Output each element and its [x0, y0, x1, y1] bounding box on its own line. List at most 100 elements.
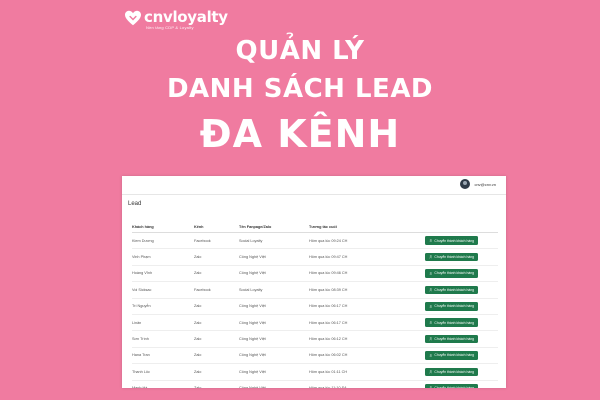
cell-page: Công Nghệ Việt — [239, 337, 266, 342]
cell-page: Công Nghệ Việt — [239, 353, 266, 358]
table-row[interactable]: Linân Zalo Công Nghệ Việt Hôm qua lúc 06:17… — [132, 315, 498, 332]
table-row[interactable]: Mạnh HàZaloCông Nghệ ViệtHôm qua lúc 11:… — [132, 381, 498, 388]
cell-page: Công Nghệ Việt — [239, 255, 266, 260]
convert-to-customer-button[interactable]: Chuyển thành khách hàng — [424, 334, 478, 344]
cell-action: Chuyển thành khách hàng — [414, 269, 498, 278]
convert-to-customer-button[interactable]: Chuyển thành khách hàng — [424, 285, 478, 295]
table-row[interactable]: Hana Tran Zalo Công Nghệ Việt Hôm qua lúc 0… — [132, 348, 498, 365]
table-row[interactable]: Thanh Lôc Zalo Công Nghệ Việt Hôm qua lúc 0… — [132, 364, 498, 381]
table-row[interactable]: Sơn Trình Zalo Công Nghệ Việt Hôm qua lúc 0… — [132, 331, 498, 348]
top-bar: cnv@cnv.vn — [122, 176, 506, 195]
cell-customer: Mạnh Hà — [132, 386, 194, 388]
column-header-channel: Kênh — [194, 224, 204, 229]
cell-customer: Sơn Trình — [132, 337, 149, 342]
convert-to-customer-button[interactable]: Chuyển thành khách hàng — [424, 351, 478, 360]
user-icon — [429, 304, 433, 308]
convert-button-label: Chuyển thành khách hàng — [434, 320, 474, 325]
convert-to-customer-button[interactable]: Chuyển thành khách hàng — [424, 236, 478, 245]
brand-logo: cnvloyalty Nền tảng CDP & Loyalty — [124, 9, 228, 30]
convert-to-customer-button[interactable]: Chuyển thành khách hàng — [424, 318, 478, 327]
cell-channel: Zalo — [194, 320, 202, 325]
user-menu[interactable]: cnv@cnv.vn — [460, 179, 496, 189]
user-icon — [429, 255, 433, 259]
cell-page: Công Nghệ Việt — [239, 320, 266, 325]
table-row[interactable]: Hoàng Vĩnh Zalo Công Nghệ Việt Hôm qua lúc … — [132, 266, 498, 283]
convert-button-label: Chuyển thành khách hàng — [434, 255, 474, 260]
table-row[interactable]: Vinh Phạm Zalo Công Nghệ Việt Hôm qua lúc 0… — [132, 249, 498, 266]
table-row[interactable]: Kiem Dương Facebook Social Loyalty Hôm qua … — [132, 233, 498, 250]
cell-customer: Thanh Lôc — [132, 369, 150, 374]
cell-action: Chuyển thành khách hàng — [414, 351, 498, 360]
convert-button-label: Chuyển thành khách hàng — [434, 287, 474, 292]
convert-button-label: Chuyển thành khách hàng — [434, 337, 474, 342]
cell-customer: Linân — [132, 320, 142, 325]
cell-page: Công Nghệ Việt — [239, 369, 266, 374]
user-icon — [429, 370, 433, 374]
headline-line-2: DANH SÁCH LEAD — [166, 74, 434, 104]
cell-last-interaction: Hôm qua lúc 01:11 CH — [309, 369, 348, 374]
cell-action: Chuyển thành khách hàng — [414, 252, 498, 262]
page-title: Lead — [128, 201, 142, 207]
cell-channel: Zalo — [194, 255, 202, 260]
cell-page: Công Nghệ Việt — [239, 386, 309, 388]
headline-line-1: QUẢN LÝ — [235, 36, 365, 66]
column-header-customer: Khách hàng — [132, 224, 154, 229]
cell-action: Chuyển thành khách hàng — [414, 285, 498, 295]
cell-action: Chuyển thành khách hàng — [414, 236, 498, 245]
cell-action: Chuyển thành khách hàng — [414, 367, 498, 377]
user-email: cnv@cnv.vn — [474, 181, 496, 187]
cell-channel: Zalo — [194, 337, 202, 342]
cell-customer: Voi Sicksac — [132, 287, 152, 292]
cell-page: Social Loyalty — [239, 238, 263, 243]
cell-customer: Kiem Dương — [132, 238, 154, 243]
brand-tagline: Nền tảng CDP & Loyalty — [146, 25, 194, 30]
table-header-row: Khách hàng Kênh Tên Fanpage/Zalo Tương t… — [132, 221, 498, 233]
cell-action: Chuyển thành khách hàng — [414, 318, 498, 327]
cell-page: Công Nghệ Việt — [239, 304, 266, 309]
convert-to-customer-button[interactable]: Chuyển thành khách hàng — [424, 252, 478, 262]
convert-to-customer-button[interactable]: Chuyển thành khách hàng — [424, 383, 478, 388]
cell-channel: Zalo — [194, 304, 202, 309]
table-row[interactable]: Voi Sicksac Facebook Social Loyalty Hôm qua… — [132, 282, 498, 299]
cell-last-interaction: Hôm qua lúc 11:10 SA — [309, 386, 414, 388]
cell-customer: Hoàng Vĩnh — [132, 271, 153, 276]
cell-last-interaction: Hôm qua lúc 08:39 CH — [309, 287, 348, 292]
cell-channel: Zalo — [194, 353, 202, 358]
user-icon — [429, 353, 433, 358]
cell-last-interaction: Hôm qua lúc 06:02 CH — [309, 353, 348, 358]
column-header-last-interaction: Tương tác cuối — [309, 224, 337, 229]
cell-customer: Trí Nguyễn — [132, 304, 151, 309]
headline-line-3: ĐA KÊNH — [199, 112, 401, 156]
cell-page: Công Nghệ Việt — [239, 271, 266, 276]
cell-channel: Zalo — [194, 271, 202, 276]
app-screenshot-panel: cnv@cnv.vn Lead Khách hàng Kênh Tên Fanp… — [122, 176, 506, 388]
convert-button-label: Chuyển thành khách hàng — [434, 386, 474, 388]
user-icon — [429, 239, 433, 243]
cell-customer: Vinh Phạm — [132, 255, 151, 260]
convert-button-label: Chuyển thành khách hàng — [434, 238, 474, 243]
cell-action: Chuyển thành khách hàng — [414, 302, 498, 311]
cell-last-interaction: Hôm qua lúc 09:47 CH — [309, 255, 348, 260]
heart-logo-icon — [125, 10, 141, 26]
cell-action: Chuyển thành khách hàng — [414, 383, 498, 388]
user-icon — [429, 271, 433, 276]
convert-to-customer-button[interactable]: Chuyển thành khách hàng — [424, 367, 478, 377]
cell-last-interaction: Hôm qua lúc 09:46 CH — [309, 271, 348, 276]
cell-customer: Hana Tran — [132, 353, 150, 358]
user-avatar — [460, 179, 471, 189]
cell-channel: Facebook — [194, 287, 211, 292]
table-row[interactable]: Trí Nguyễn Zalo Công Nghệ Việt Hôm qua lúc … — [132, 299, 498, 315]
lead-table: Khách hàng Kênh Tên Fanpage/Zalo Tương t… — [132, 221, 498, 388]
cell-last-interaction: Hôm qua lúc 09:24 CH — [309, 238, 348, 243]
convert-button-label: Chuyển thành khách hàng — [434, 369, 474, 374]
convert-button-label: Chuyển thành khách hàng — [434, 304, 474, 309]
convert-to-customer-button[interactable]: Chuyển thành khách hàng — [424, 302, 478, 311]
cell-last-interaction: Hôm qua lúc 06:12 CH — [309, 337, 348, 342]
cell-channel: Zalo — [194, 386, 239, 388]
column-header-page: Tên Fanpage/Zalo — [239, 224, 272, 229]
convert-to-customer-button[interactable]: Chuyển thành khách hàng — [424, 269, 478, 278]
cell-channel: Facebook — [194, 238, 211, 243]
convert-button-label: Chuyển thành khách hàng — [434, 353, 474, 358]
user-icon — [429, 337, 433, 341]
cell-last-interaction: Hôm qua lúc 06:17 CH — [309, 320, 348, 325]
